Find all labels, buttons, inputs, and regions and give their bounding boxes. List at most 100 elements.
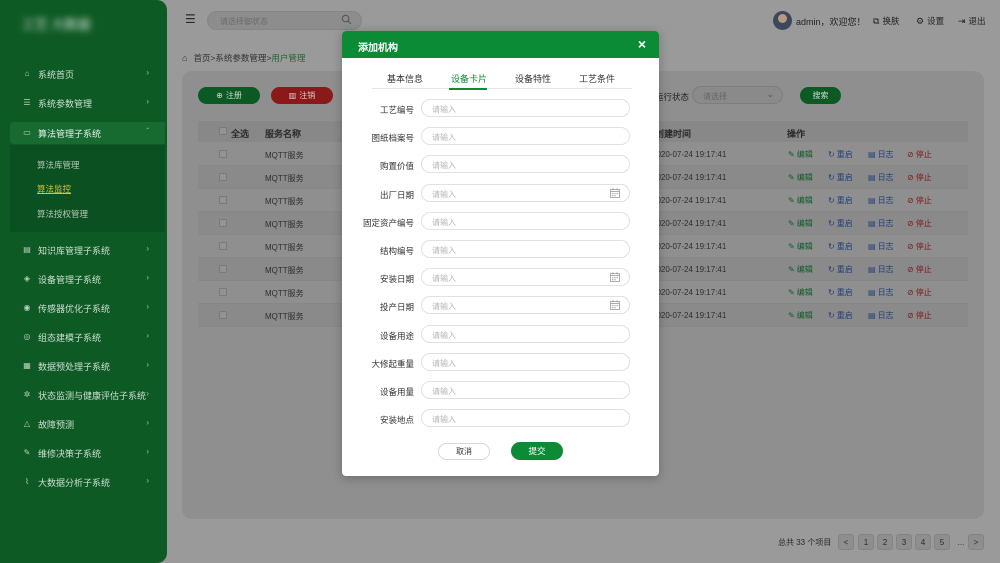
calendar-icon[interactable]	[610, 272, 620, 282]
subitem-algorithm-license[interactable]: 算法授权管理	[37, 208, 88, 220]
cancel-button[interactable]: 取消	[438, 443, 490, 460]
date-field[interactable]: 请输入	[421, 296, 630, 314]
log-button[interactable]: ▤ 日志	[868, 310, 894, 321]
pagination-page-1[interactable]: 1	[858, 534, 874, 550]
breadcrumb-level1[interactable]: 系统参数管理	[215, 52, 266, 64]
edit-button[interactable]: ✎ 编辑	[788, 241, 813, 252]
subitem-algorithm-monitor[interactable]: 算法监控	[37, 183, 71, 195]
restart-button[interactable]: ↻ 重启	[828, 241, 853, 252]
created-time-cell: 2020-07-24 19:17:41	[652, 311, 727, 320]
pagination-page-2[interactable]: 2	[877, 534, 893, 550]
log-button[interactable]: ▤ 日志	[868, 287, 894, 298]
log-button[interactable]: ▤ 日志	[868, 195, 894, 206]
text-field[interactable]: 请输入	[421, 212, 630, 230]
sidebar-item-bigdata[interactable]: ⌇ 大数据分析子系统 ›	[10, 471, 165, 493]
restart-button[interactable]: ↻ 重启	[828, 287, 853, 298]
text-field[interactable]: 请输入	[421, 99, 630, 117]
stop-button[interactable]: ⊘ 停止	[907, 218, 932, 229]
menu-toggle-icon[interactable]: ☰	[185, 13, 198, 25]
select-all-checkbox[interactable]	[219, 127, 227, 135]
stop-button[interactable]: ⊘ 停止	[907, 310, 932, 321]
row-checkbox[interactable]	[219, 288, 227, 296]
text-field[interactable]: 请输入	[421, 381, 630, 399]
log-button[interactable]: ▤ 日志	[868, 149, 894, 160]
log-button[interactable]: ▤ 日志	[868, 264, 894, 275]
pagination-page-4[interactable]: 4	[915, 534, 931, 550]
restart-button[interactable]: ↻ 重启	[828, 149, 853, 160]
row-checkbox[interactable]	[219, 219, 227, 227]
restart-button[interactable]: ↻ 重启	[828, 264, 853, 275]
stop-button[interactable]: ⊘ 停止	[907, 195, 932, 206]
calendar-icon[interactable]	[610, 188, 620, 198]
edit-button[interactable]: ✎ 编辑	[788, 264, 813, 275]
tab-process-conditions[interactable]: 工艺条件	[579, 72, 615, 85]
sidebar-item-preprocess[interactable]: ▦ 数据预处理子系统 ›	[10, 355, 165, 377]
status-filter-select[interactable]: 请选择 ⌄	[692, 86, 783, 104]
row-checkbox[interactable]	[219, 196, 227, 204]
sidebar-item-algorithm[interactable]: ▭ 算法管理子系统 ˆ	[10, 122, 165, 144]
pagination-prev[interactable]: <	[838, 534, 854, 550]
edit-button[interactable]: ✎ 编辑	[788, 218, 813, 229]
breadcrumb-home[interactable]: 首页	[193, 52, 210, 64]
edit-button[interactable]: ✎ 编辑	[788, 287, 813, 298]
sidebar-item-system-params[interactable]: ☰ 系统参数管理 ›	[10, 92, 165, 114]
text-field[interactable]: 请输入	[421, 353, 630, 371]
logout-button[interactable]: ⇥ 退出	[958, 15, 986, 27]
restart-button[interactable]: ↻ 重启	[828, 195, 853, 206]
row-checkbox[interactable]	[219, 265, 227, 273]
avatar[interactable]	[773, 11, 792, 30]
stop-button[interactable]: ⊘ 停止	[907, 149, 932, 160]
log-button[interactable]: ▤ 日志	[868, 241, 894, 252]
search-button[interactable]: 搜索	[800, 87, 841, 104]
home-icon[interactable]: ⌂	[182, 53, 187, 63]
sidebar-item-home[interactable]: ⌂ 系统首页 ›	[10, 63, 165, 85]
register-button[interactable]: ⊕ 注册	[198, 87, 260, 104]
search-input[interactable]: 请选择御状态	[207, 11, 362, 30]
text-field[interactable]: 请输入	[421, 409, 630, 427]
stop-button[interactable]: ⊘ 停止	[907, 264, 932, 275]
search-icon[interactable]	[341, 14, 352, 25]
edit-button[interactable]: ✎ 编辑	[788, 149, 813, 160]
edit-button[interactable]: ✎ 编辑	[788, 172, 813, 183]
date-field[interactable]: 请输入	[421, 184, 630, 202]
sidebar-item-health[interactable]: ✲ 状态监测与健康评估子系统 ›	[10, 384, 165, 406]
row-checkbox[interactable]	[219, 173, 227, 181]
settings-button[interactable]: ⚙ 设置	[916, 15, 944, 27]
edit-button[interactable]: ✎ 编辑	[788, 310, 813, 321]
edit-button[interactable]: ✎ 编辑	[788, 195, 813, 206]
restart-button[interactable]: ↻ 重启	[828, 172, 853, 183]
row-checkbox[interactable]	[219, 150, 227, 158]
text-field[interactable]: 请输入	[421, 155, 630, 173]
pagination-next[interactable]: >	[968, 534, 984, 550]
skin-button[interactable]: ⧉ 换肤	[873, 15, 899, 27]
subitem-algorithm-library[interactable]: 算法库管理	[37, 159, 80, 171]
cancel-account-button[interactable]: ▥ 注销	[271, 87, 333, 104]
date-field[interactable]: 请输入	[421, 268, 630, 286]
sidebar-item-fault[interactable]: △ 故障预测 ›	[10, 413, 165, 435]
sidebar-item-equipment[interactable]: ◈ 设备管理子系统 ›	[10, 268, 165, 290]
tab-equipment-card[interactable]: 设备卡片	[451, 72, 487, 85]
log-button[interactable]: ▤ 日志	[868, 172, 894, 183]
restart-button[interactable]: ↻ 重启	[828, 310, 853, 321]
text-field[interactable]: 请输入	[421, 240, 630, 258]
row-checkbox[interactable]	[219, 242, 227, 250]
tab-basic-info[interactable]: 基本信息	[387, 72, 423, 85]
log-button[interactable]: ▤ 日志	[868, 218, 894, 229]
sidebar-item-sensor[interactable]: ◉ 传感器优化子系统 ›	[10, 297, 165, 319]
sidebar-item-maintenance[interactable]: ✎ 维修决策子系统 ›	[10, 442, 165, 464]
tab-equipment-features[interactable]: 设备特性	[515, 72, 551, 85]
sidebar-item-knowledge[interactable]: ▤ 知识库管理子系统 ›	[10, 239, 165, 261]
stop-button[interactable]: ⊘ 停止	[907, 287, 932, 298]
stop-button[interactable]: ⊘ 停止	[907, 241, 932, 252]
close-icon[interactable]: ×	[638, 36, 646, 52]
submit-button[interactable]: 提交	[511, 442, 563, 460]
restart-button[interactable]: ↻ 重启	[828, 218, 853, 229]
text-field[interactable]: 请输入	[421, 325, 630, 343]
pagination-page-3[interactable]: 3	[896, 534, 912, 550]
pagination-page-5[interactable]: 5	[934, 534, 950, 550]
calendar-icon[interactable]	[610, 300, 620, 310]
sidebar-item-modeling[interactable]: ◎ 组态建模子系统 ›	[10, 326, 165, 348]
row-checkbox[interactable]	[219, 311, 227, 319]
text-field[interactable]: 请输入	[421, 127, 630, 145]
stop-button[interactable]: ⊘ 停止	[907, 172, 932, 183]
